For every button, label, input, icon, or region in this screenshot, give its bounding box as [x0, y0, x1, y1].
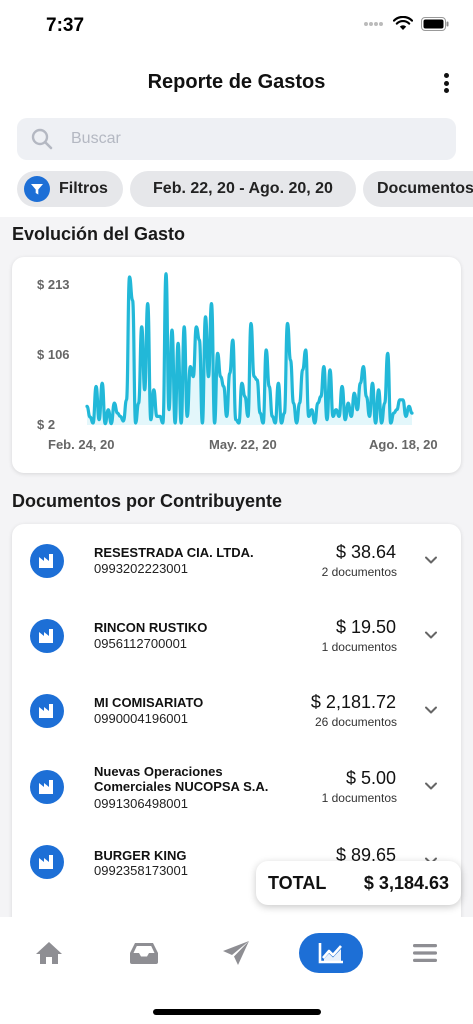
contributor-ruc: 0993202223001: [94, 561, 188, 576]
menu-icon: [413, 944, 437, 962]
contributor-name: RINCON RUSTIKO: [94, 620, 208, 635]
filter-chips: Filtros Feb. 22, 20 - Ago. 20, 20 Docume…: [0, 171, 473, 209]
contributor-amount: $ 19.50: [335, 617, 396, 637]
x-tick-label: May. 22, 20: [209, 437, 277, 452]
inbox-icon: [130, 943, 158, 964]
chevron-down-icon[interactable]: [423, 778, 439, 794]
y-tick-label: $ 213: [37, 277, 70, 292]
list-item[interactable]: RINCON RUSTIKO 0956112700001 $ 19.50 1 d…: [12, 599, 461, 674]
expense-chart-card: $ 213 $ 106 $ 2 Feb. 24, 20 May. 22, 20 …: [12, 257, 461, 473]
chevron-down-icon[interactable]: [423, 702, 439, 718]
search-input[interactable]: [71, 118, 441, 160]
page-title: Reporte de Gastos: [147, 71, 326, 93]
more-dot-icon: [443, 80, 449, 86]
contributor-name: MI COMISARIATO: [94, 695, 204, 710]
list-item[interactable]: MI COMISARIATO 0990004196001 $ 2,181.72 …: [12, 674, 461, 749]
chevron-down-icon[interactable]: [423, 627, 439, 643]
more-dot-icon: [443, 73, 449, 78]
bottom-tab-bar: [0, 917, 473, 1024]
contributor-name: Nuevas Operaciones Comerciales NUCOPSA S…: [94, 764, 269, 794]
status-bar: 7:37: [0, 0, 473, 54]
contributor-doc-count: 2 documentos: [321, 565, 397, 579]
list-section-title: Documentos por Contribuyente: [12, 491, 283, 511]
contributor-ruc: 0990004196001: [94, 711, 188, 726]
factory-icon: [30, 845, 64, 879]
header: Reporte de Gastos: [0, 62, 473, 106]
tab-menu[interactable]: [393, 933, 457, 973]
contributor-ruc: 0992358173001: [94, 863, 188, 878]
filters-chip[interactable]: Filtros: [17, 171, 123, 207]
factory-icon: [30, 694, 64, 728]
contributor-doc-count: 1 documentos: [321, 791, 397, 805]
x-tick-label: Ago. 18, 20: [369, 437, 438, 452]
factory-icon: [30, 619, 64, 653]
tab-home[interactable]: [17, 933, 81, 973]
total-value: $ 3,184.63: [363, 872, 449, 893]
contributor-ruc: 0956112700001: [94, 636, 188, 651]
list-item[interactable]: RESESTRADA CIA. LTDA. 0993202223001 $ 38…: [12, 524, 461, 599]
y-tick-label: $ 106: [37, 347, 70, 362]
search-bar[interactable]: [17, 118, 456, 160]
battery-icon: [421, 16, 449, 31]
chevron-down-icon[interactable]: [423, 552, 439, 568]
x-tick-label: Feb. 24, 20: [48, 437, 114, 452]
factory-icon: [30, 544, 64, 578]
tab-send[interactable]: [204, 933, 268, 973]
contributor-amount: $ 5.00: [345, 768, 396, 788]
search-icon: [31, 128, 53, 150]
wifi-icon: [393, 16, 413, 30]
contributor-amount: $ 2,181.72: [310, 692, 396, 712]
tab-inbox[interactable]: [112, 933, 176, 973]
y-tick-label: $ 2: [37, 417, 55, 432]
contributor-amount: $ 38.64: [335, 542, 396, 562]
date-range-chip[interactable]: Feb. 22, 20 - Ago. 20, 20: [130, 171, 356, 207]
contributor-doc-count: 26 documentos: [314, 715, 397, 729]
status-icons: [363, 16, 449, 31]
contributor-name: RESESTRADA CIA. LTDA.: [94, 545, 254, 560]
home-icon: [36, 942, 62, 964]
filters-chip-label: Filtros: [59, 180, 108, 197]
contributor-doc-count: 1 documentos: [321, 640, 397, 654]
documents-chip[interactable]: Documentos: [363, 171, 473, 207]
chart-section-title: Evolución del Gasto: [12, 224, 186, 244]
expense-chart: $ 213 $ 106 $ 2 Feb. 24, 20 May. 22, 20 …: [37, 272, 438, 452]
chart-icon: [318, 943, 343, 964]
total-label: TOTAL: [268, 872, 327, 893]
signal-icon: [364, 21, 383, 26]
status-time: 7:37: [46, 15, 85, 36]
filter-icon: [24, 176, 50, 202]
documents-chip-label: Documentos: [377, 180, 473, 197]
send-icon: [223, 941, 249, 965]
list-item[interactable]: Nuevas Operaciones Comerciales NUCOPSA S…: [12, 750, 461, 825]
contributor-ruc: 0991306498001: [94, 796, 188, 811]
total-summary: TOTAL $ 3,184.63: [256, 861, 461, 905]
tab-chart[interactable]: [299, 933, 363, 973]
date-range-label: Feb. 22, 20 - Ago. 20, 20: [153, 180, 333, 197]
home-indicator: [153, 1009, 321, 1015]
more-dot-icon: [443, 88, 449, 93]
more-options-button[interactable]: [437, 70, 455, 96]
factory-icon: [30, 770, 64, 804]
